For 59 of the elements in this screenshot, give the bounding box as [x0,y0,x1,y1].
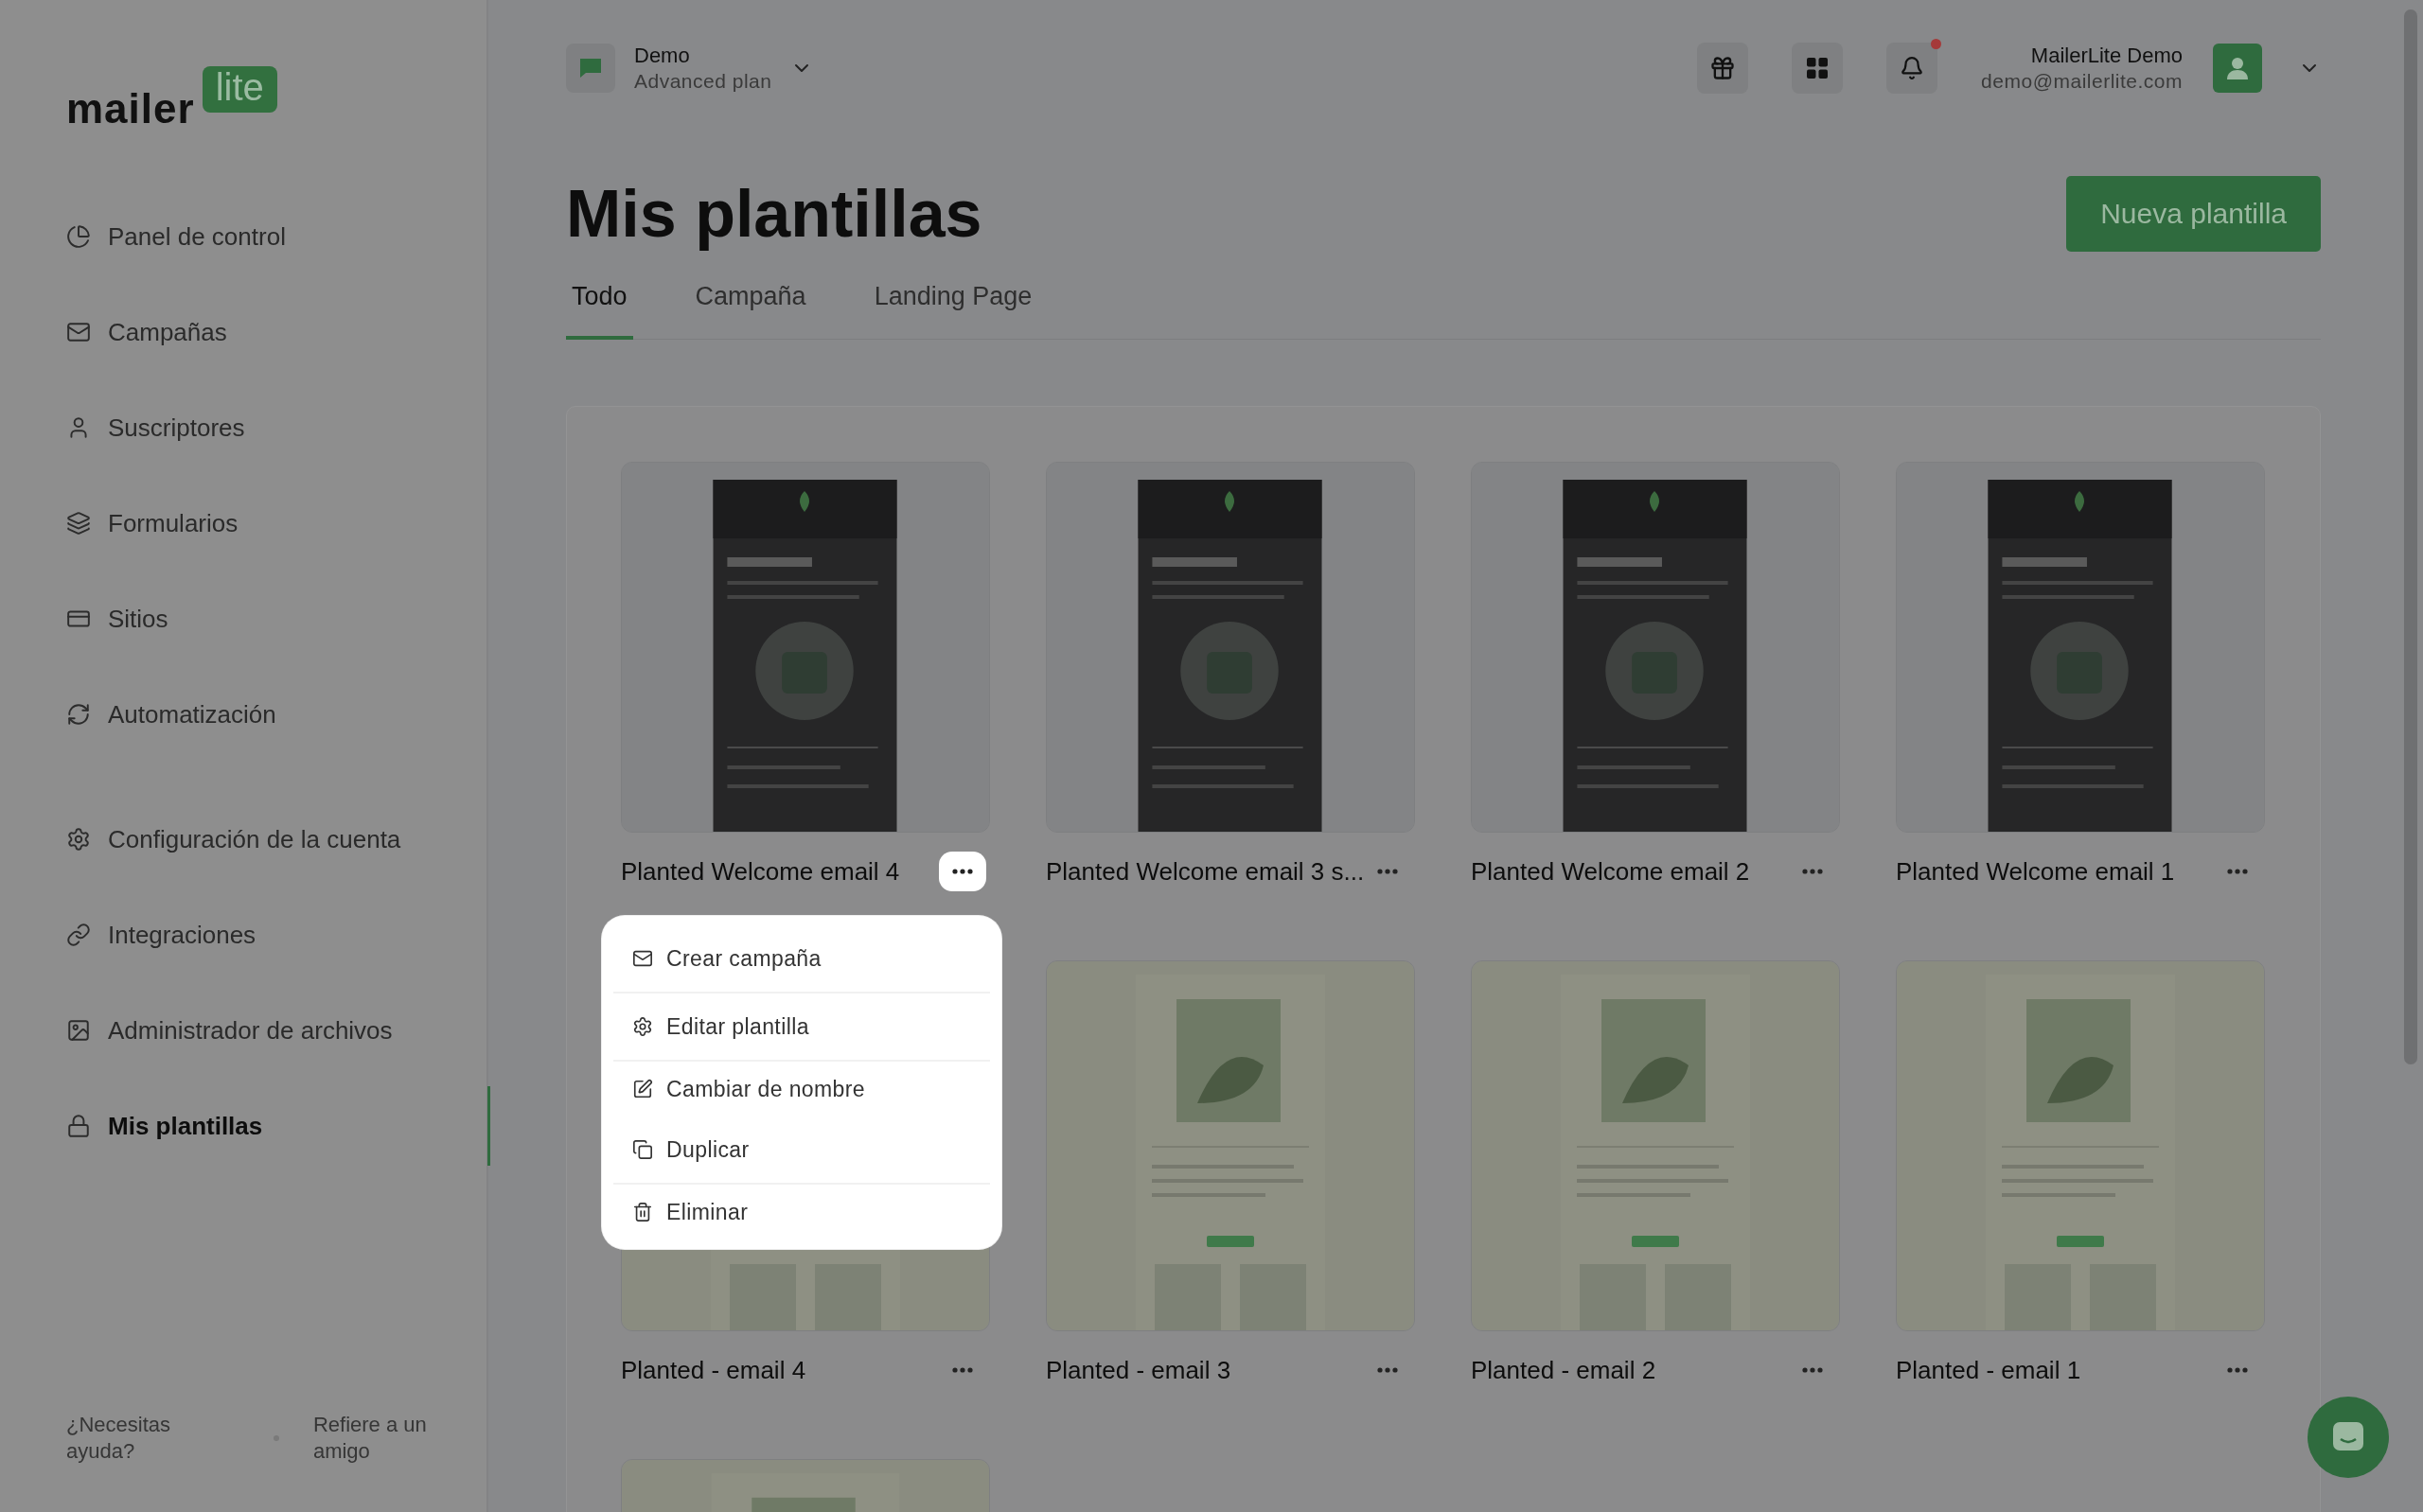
tab[interactable]: Todo [566,263,633,340]
gift-button[interactable] [1697,43,1749,94]
workspace-name: Demo [634,44,691,68]
more-icon [1802,869,1823,874]
tab[interactable]: Campaña [689,263,812,340]
nav-item[interactable]: Campañas [66,304,488,360]
logo-badge: lite [202,66,277,113]
nav-item[interactable]: Formularios [66,495,488,552]
more-button[interactable] [939,852,986,891]
mail-icon [66,320,91,344]
tab[interactable]: Landing Page [868,263,1038,340]
more-icon [2227,1367,2248,1373]
template-name: Planted - email 3 [1046,1355,1231,1385]
refer-link[interactable]: Refiere a un amigo [312,1412,486,1465]
settings-icon [66,827,91,852]
user-name: MailerLite Demo [2030,44,2183,68]
bell-icon [1900,56,1925,80]
nav-item[interactable]: Suscriptores [66,399,488,456]
plan-name: Advanced plan [634,70,772,93]
trash-icon [632,1202,653,1222]
template-name: Planted - email 1 [1896,1355,2081,1385]
pie-chart-icon [66,224,91,249]
nav-item[interactable]: Automatización [66,686,488,743]
more-icon [1377,869,1399,874]
edit-icon [632,1079,653,1099]
settings-icon [632,1016,653,1037]
template-name: Planted - email 4 [621,1355,806,1385]
avatar[interactable] [2213,44,2262,93]
copy-icon [632,1139,653,1160]
mail-icon [632,948,653,969]
more-icon [1802,1367,1823,1373]
link-icon [66,923,91,947]
page-title: Mis plantillas [566,176,982,252]
nav-item[interactable]: Administrador de archivos [66,1002,488,1059]
layers-icon [66,511,91,536]
template-name: Planted Welcome email 2 [1471,856,1750,887]
more-icon [952,869,973,874]
gift-icon [1709,55,1737,81]
template-name: Planted - email 2 [1471,1355,1656,1385]
template-name: Planted Welcome email 3 s... [1046,856,1365,887]
scrollbar[interactable] [2404,9,2417,1064]
nav-item[interactable]: Integraciones [66,906,488,963]
image-icon [66,1018,91,1043]
more-icon [2227,869,2248,874]
template-name: Planted Welcome email 1 [1896,856,2175,887]
refresh-icon [66,702,91,727]
nav-item[interactable]: Configuración de la cuenta [66,811,488,868]
more-icon [952,1367,973,1373]
logo-text: mailer [66,85,195,132]
user-email: demo@mailerlite.com [1981,70,2183,93]
nav-item[interactable]: Panel de control [66,208,488,265]
help-link[interactable]: ¿Necesitas ayuda? [66,1412,240,1465]
grid-icon [1806,57,1830,79]
apps-button[interactable] [1792,43,1844,94]
nav-item[interactable]: Sitios [66,590,488,647]
new-template-button[interactable]: Nueva plantilla [2066,176,2321,252]
lock-icon [66,1114,91,1138]
more-icon [1377,1367,1398,1373]
template-name: Planted Welcome email 4 [621,856,900,887]
